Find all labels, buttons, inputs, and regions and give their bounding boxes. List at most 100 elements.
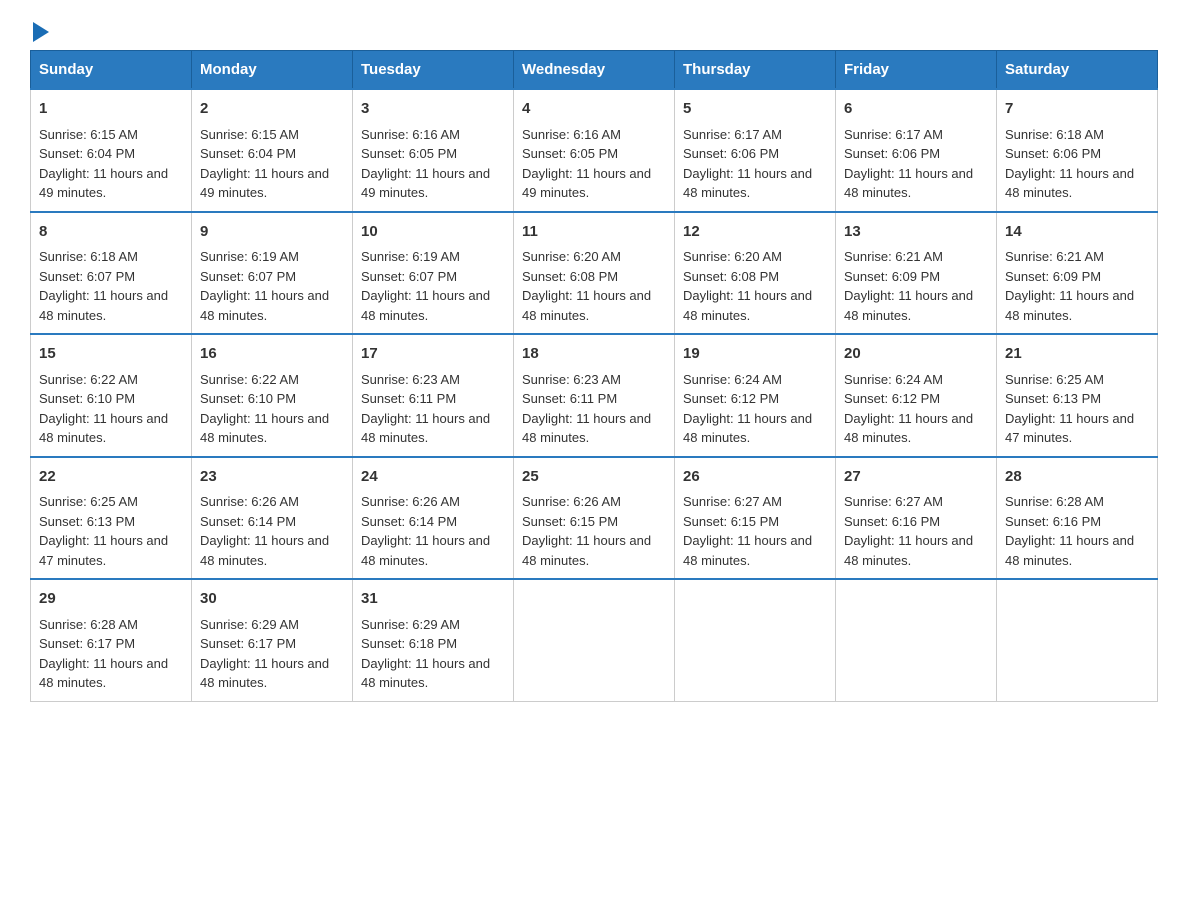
calendar-cell: 21 Sunrise: 6:25 AM Sunset: 6:13 PM Dayligh…: [997, 334, 1158, 457]
day-number: 18: [522, 343, 666, 366]
calendar-table: SundayMondayTuesdayWednesdayThursdayFrid…: [30, 50, 1158, 702]
daylight-text: Daylight: 11 hours and 48 minutes.: [200, 656, 329, 691]
weekday-header-thursday: Thursday: [675, 51, 836, 90]
daylight-text: Daylight: 11 hours and 49 minutes.: [39, 166, 168, 201]
day-number: 6: [844, 98, 988, 121]
sunset-text: Sunset: 6:09 PM: [1005, 269, 1101, 284]
daylight-text: Daylight: 11 hours and 48 minutes.: [361, 533, 490, 568]
calendar-cell: 22Sunrise: 6:25 AMSunset: 6:13 PMDayligh…: [31, 457, 192, 580]
calendar-cell: 9Sunrise: 6:19 AMSunset: 6:07 PMDaylight…: [192, 212, 353, 335]
daylight-text: Daylight: 11 hours and 48 minutes.: [361, 288, 490, 323]
calendar-cell: 20Sunrise: 6:24 AMSunset: 6:12 PMDayligh…: [836, 334, 997, 457]
daylight-text: Daylight: 11 hours and 48 minutes.: [844, 166, 973, 201]
day-number: 27: [844, 466, 988, 489]
sunset-text: Sunset: 6:17 PM: [200, 636, 296, 651]
sunrise-text: Sunrise: 6:17 AM: [844, 127, 943, 142]
calendar-cell: [675, 579, 836, 701]
daylight-text: Daylight: 11 hours and 47 minutes.: [39, 533, 168, 568]
daylight-text: Daylight: 11 hours and 49 minutes.: [361, 166, 490, 201]
sunset-text: Sunset: 6:10 PM: [200, 391, 296, 406]
day-number: 21: [1005, 343, 1149, 366]
day-number: 14: [1005, 221, 1149, 244]
sunset-text: Sunset: 6:07 PM: [200, 269, 296, 284]
sunset-text: Sunset: 6:05 PM: [361, 146, 457, 161]
daylight-text: Daylight: 11 hours and 48 minutes.: [1005, 288, 1134, 323]
daylight-text: Daylight: 11 hours and 49 minutes.: [522, 166, 651, 201]
day-number: 13: [844, 221, 988, 244]
sunset-text: Sunset: 6:14 PM: [361, 514, 457, 529]
sunset-text: Sunset: 6:14 PM: [200, 514, 296, 529]
calendar-cell: 29Sunrise: 6:28 AMSunset: 6:17 PMDayligh…: [31, 579, 192, 701]
day-number: 19: [683, 343, 827, 366]
daylight-text: Daylight: 11 hours and 48 minutes.: [683, 411, 812, 446]
day-number: 10: [361, 221, 505, 244]
sunset-text: Sunset: 6:05 PM: [522, 146, 618, 161]
daylight-text: Daylight: 11 hours and 47 minutes.: [1005, 411, 1134, 446]
daylight-text: Daylight: 11 hours and 49 minutes.: [200, 166, 329, 201]
sunrise-text: Sunrise: 6:16 AM: [522, 127, 621, 142]
sunset-text: Sunset: 6:16 PM: [1005, 514, 1101, 529]
sunrise-text: Sunrise: 6:27 AM: [683, 494, 782, 509]
sunset-text: Sunset: 6:04 PM: [39, 146, 135, 161]
day-number: 31: [361, 588, 505, 611]
daylight-text: Daylight: 11 hours and 48 minutes.: [39, 656, 168, 691]
calendar-week-row: 1Sunrise: 6:15 AMSunset: 6:04 PMDaylight…: [31, 89, 1158, 212]
sunrise-text: Sunrise: 6:18 AM: [1005, 127, 1104, 142]
day-number: 29: [39, 588, 183, 611]
calendar-cell: 17Sunrise: 6:23 AMSunset: 6:11 PMDayligh…: [353, 334, 514, 457]
sunrise-text: Sunrise: 6:27 AM: [844, 494, 943, 509]
calendar-cell: 19Sunrise: 6:24 AMSunset: 6:12 PMDayligh…: [675, 334, 836, 457]
daylight-text: Daylight: 11 hours and 48 minutes.: [200, 533, 329, 568]
day-number: 8: [39, 221, 183, 244]
day-number: 9: [200, 221, 344, 244]
weekday-header-friday: Friday: [836, 51, 997, 90]
sunrise-text: Sunrise: 6:22 AM: [39, 372, 138, 387]
weekday-header-wednesday: Wednesday: [514, 51, 675, 90]
sunrise-text: Sunrise: 6:25 AM: [1005, 372, 1104, 387]
sunrise-text: Sunrise: 6:21 AM: [1005, 249, 1104, 264]
calendar-cell: 25Sunrise: 6:26 AMSunset: 6:15 PMDayligh…: [514, 457, 675, 580]
day-number: 24: [361, 466, 505, 489]
daylight-text: Daylight: 11 hours and 48 minutes.: [844, 533, 973, 568]
sunrise-text: Sunrise: 6:18 AM: [39, 249, 138, 264]
daylight-text: Daylight: 11 hours and 48 minutes.: [1005, 166, 1134, 201]
sunrise-text: Sunrise: 6:26 AM: [361, 494, 460, 509]
calendar-cell: 18Sunrise: 6:23 AMSunset: 6:11 PMDayligh…: [514, 334, 675, 457]
sunset-text: Sunset: 6:06 PM: [844, 146, 940, 161]
calendar-cell: 10Sunrise: 6:19 AMSunset: 6:07 PMDayligh…: [353, 212, 514, 335]
sunset-text: Sunset: 6:13 PM: [1005, 391, 1101, 406]
sunrise-text: Sunrise: 6:26 AM: [522, 494, 621, 509]
daylight-text: Daylight: 11 hours and 48 minutes.: [1005, 533, 1134, 568]
calendar-cell: 23Sunrise: 6:26 AMSunset: 6:14 PMDayligh…: [192, 457, 353, 580]
day-number: 7: [1005, 98, 1149, 121]
sunset-text: Sunset: 6:18 PM: [361, 636, 457, 651]
day-number: 22: [39, 466, 183, 489]
daylight-text: Daylight: 11 hours and 48 minutes.: [683, 533, 812, 568]
sunrise-text: Sunrise: 6:23 AM: [522, 372, 621, 387]
day-number: 20: [844, 343, 988, 366]
day-number: 25: [522, 466, 666, 489]
sunrise-text: Sunrise: 6:24 AM: [844, 372, 943, 387]
sunset-text: Sunset: 6:13 PM: [39, 514, 135, 529]
calendar-cell: 14 Sunrise: 6:21 AM Sunset: 6:09 PM Dayligh…: [997, 212, 1158, 335]
calendar-cell: 26Sunrise: 6:27 AMSunset: 6:15 PMDayligh…: [675, 457, 836, 580]
calendar-cell: [836, 579, 997, 701]
calendar-week-row: 22Sunrise: 6:25 AMSunset: 6:13 PMDayligh…: [31, 457, 1158, 580]
weekday-header-sunday: Sunday: [31, 51, 192, 90]
sunset-text: Sunset: 6:17 PM: [39, 636, 135, 651]
sunset-text: Sunset: 6:08 PM: [683, 269, 779, 284]
calendar-cell: 5Sunrise: 6:17 AMSunset: 6:06 PMDaylight…: [675, 89, 836, 212]
sunrise-text: Sunrise: 6:21 AM: [844, 249, 943, 264]
sunrise-text: Sunrise: 6:20 AM: [683, 249, 782, 264]
calendar-cell: 28Sunrise: 6:28 AMSunset: 6:16 PMDayligh…: [997, 457, 1158, 580]
sunset-text: Sunset: 6:11 PM: [522, 391, 617, 406]
sunrise-text: Sunrise: 6:23 AM: [361, 372, 460, 387]
sunrise-text: Sunrise: 6:16 AM: [361, 127, 460, 142]
day-number: 2: [200, 98, 344, 121]
calendar-week-row: 8 Sunrise: 6:18 AM Sunset: 6:07 PM Daylight…: [31, 212, 1158, 335]
calendar-cell: 3 Sunrise: 6:16 AM Sunset: 6:05 PM Daylight…: [353, 89, 514, 212]
sunrise-text: Sunrise: 6:22 AM: [200, 372, 299, 387]
day-number: 3: [361, 98, 505, 121]
day-number: 15: [39, 343, 183, 366]
sunrise-text: Sunrise: 6:15 AM: [39, 127, 138, 142]
